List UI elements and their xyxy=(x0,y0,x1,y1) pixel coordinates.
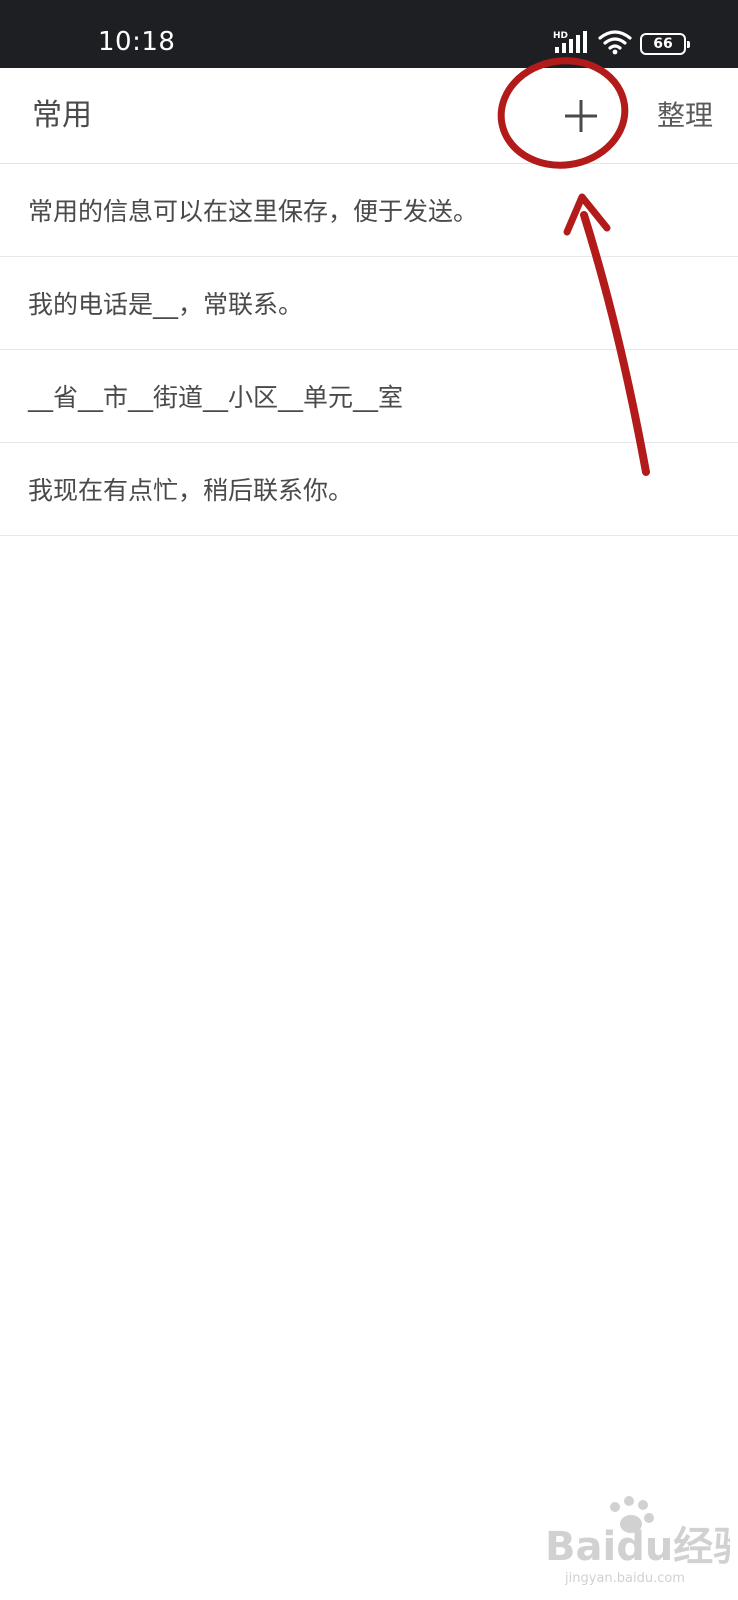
battery-level: 66 xyxy=(653,36,673,52)
status-bar: 10:18 HD 66 xyxy=(0,0,738,68)
phrase-list: 常用的信息可以在这里保存，便于发送。 我的电话是__，常联系。 __省__市__… xyxy=(0,164,738,536)
baidu-watermark: Baidu经验 jingyan.baidu.com xyxy=(545,1496,730,1586)
status-time: 10:18 xyxy=(98,27,176,57)
phrase-item[interactable]: 我现在有点忙，稍后联系你。 xyxy=(0,443,738,536)
header-bar: 常用 整理 xyxy=(0,68,738,164)
watermark-url: jingyan.baidu.com xyxy=(564,1571,685,1586)
network-type-label: HD xyxy=(553,31,568,41)
plus-icon xyxy=(565,100,597,132)
battery-icon: 66 xyxy=(640,33,690,55)
watermark-brand: Baidu经验 xyxy=(545,1524,730,1570)
wifi-icon xyxy=(598,30,632,55)
phone-screen: 10:18 HD 66 常用 整理 常用的信息可以在这里保存，便于发送。 我的电… xyxy=(0,0,738,1600)
phrase-item[interactable]: 常用的信息可以在这里保存，便于发送。 xyxy=(0,164,738,257)
add-button[interactable] xyxy=(557,92,605,140)
phrase-item[interactable]: __省__市__街道__小区__单元__室 xyxy=(0,350,738,443)
signal-icon: HD xyxy=(553,31,587,53)
organize-button[interactable]: 整理 xyxy=(657,96,713,136)
phrase-item[interactable]: 我的电话是__，常联系。 xyxy=(0,257,738,350)
page-title: 常用 xyxy=(32,98,92,133)
